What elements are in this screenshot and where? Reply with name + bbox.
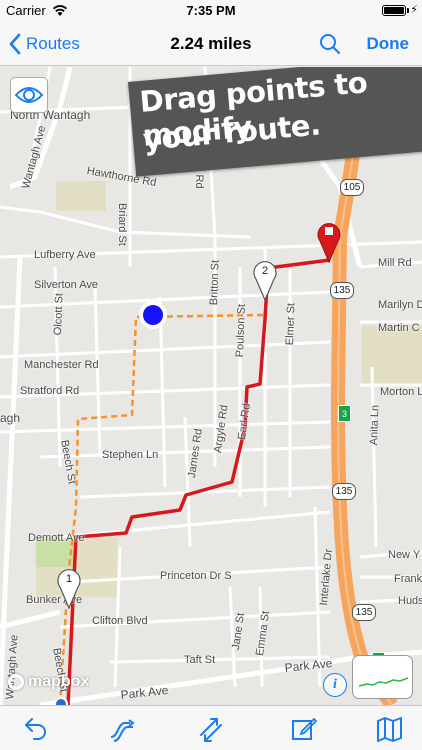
street-label: Stratford Rd bbox=[20, 385, 80, 397]
street-label: Silverton Ave bbox=[34, 279, 99, 291]
park-area bbox=[56, 181, 106, 211]
elevation-profile-button[interactable] bbox=[352, 655, 413, 699]
search-icon[interactable] bbox=[318, 32, 342, 56]
street-label: Briard St bbox=[116, 203, 128, 246]
chevron-left-icon bbox=[9, 33, 21, 55]
done-button[interactable]: Done bbox=[367, 34, 410, 54]
reverse-route-icon[interactable] bbox=[197, 715, 225, 743]
waypoint-number: 1 bbox=[66, 573, 72, 585]
eye-icon bbox=[14, 87, 44, 103]
street-label: Taft St bbox=[184, 654, 216, 666]
street-label: Martin C bbox=[378, 322, 420, 334]
edit-icon[interactable] bbox=[290, 715, 318, 743]
street-label: Olcott St bbox=[52, 292, 66, 336]
status-bar: Carrier 7:35 PM ⚡ bbox=[0, 0, 422, 22]
elevation-graph-icon bbox=[358, 677, 409, 687]
street-label: Demott Ave bbox=[28, 532, 85, 544]
street-label: Frank bbox=[394, 573, 422, 585]
street-label: Marilyn D bbox=[378, 299, 422, 311]
map-view[interactable]: North Wantagh Wantagh Ave Hawthorne Rd B… bbox=[0, 67, 422, 705]
undo-icon[interactable] bbox=[20, 715, 48, 743]
info-button[interactable]: i bbox=[323, 673, 347, 697]
map-icon[interactable] bbox=[376, 715, 404, 743]
mapbox-logo-icon bbox=[8, 674, 24, 690]
navigation-bar: Routes 2.24 miles Done bbox=[0, 22, 422, 66]
street-label: Clifton Blvd bbox=[92, 615, 148, 627]
waypoint-pin[interactable]: 2 bbox=[252, 257, 278, 301]
route-tools-icon[interactable] bbox=[108, 715, 136, 743]
route-end-pin[interactable] bbox=[316, 219, 342, 263]
route-shield: 105 bbox=[340, 179, 364, 196]
waypoint-number: 2 bbox=[262, 265, 268, 277]
street-label: Manchester Rd bbox=[24, 359, 99, 371]
battery-cap bbox=[407, 8, 409, 13]
street-label: Lufberry Ave bbox=[34, 249, 96, 261]
route-shield: 135 bbox=[330, 282, 354, 299]
toggle-visibility-button[interactable] bbox=[10, 77, 48, 113]
bottom-toolbar bbox=[0, 705, 422, 750]
street-label: Morton L bbox=[380, 386, 422, 398]
street-label: Mill Rd bbox=[378, 257, 412, 269]
clock: 7:35 PM bbox=[186, 3, 236, 18]
battery-icon bbox=[382, 5, 406, 16]
route-shield: 135 bbox=[332, 483, 356, 500]
street-label: Stephen Ln bbox=[102, 449, 159, 461]
back-button[interactable]: Routes bbox=[8, 30, 80, 58]
street-label: Britton St bbox=[208, 259, 222, 306]
current-location-dot bbox=[143, 305, 163, 325]
street-label: Poulson St bbox=[234, 303, 248, 358]
street-label: New Y bbox=[388, 549, 421, 561]
route-start-marker[interactable] bbox=[54, 697, 68, 705]
street-label: agh bbox=[0, 411, 21, 425]
street-label: Princeton Dr S bbox=[160, 570, 232, 582]
charging-icon: ⚡ bbox=[410, 4, 418, 16]
back-label: Routes bbox=[26, 34, 80, 53]
route-shield: 135 bbox=[352, 604, 376, 621]
exit-shield: 3 bbox=[338, 405, 351, 422]
street-label: Huds bbox=[398, 595, 422, 607]
street-label: Elmer St bbox=[284, 302, 298, 346]
waypoint-pin[interactable]: 1 bbox=[56, 565, 82, 609]
street-label: Anita Ln bbox=[368, 404, 382, 446]
mapbox-attribution[interactable]: mapbox bbox=[8, 673, 89, 691]
